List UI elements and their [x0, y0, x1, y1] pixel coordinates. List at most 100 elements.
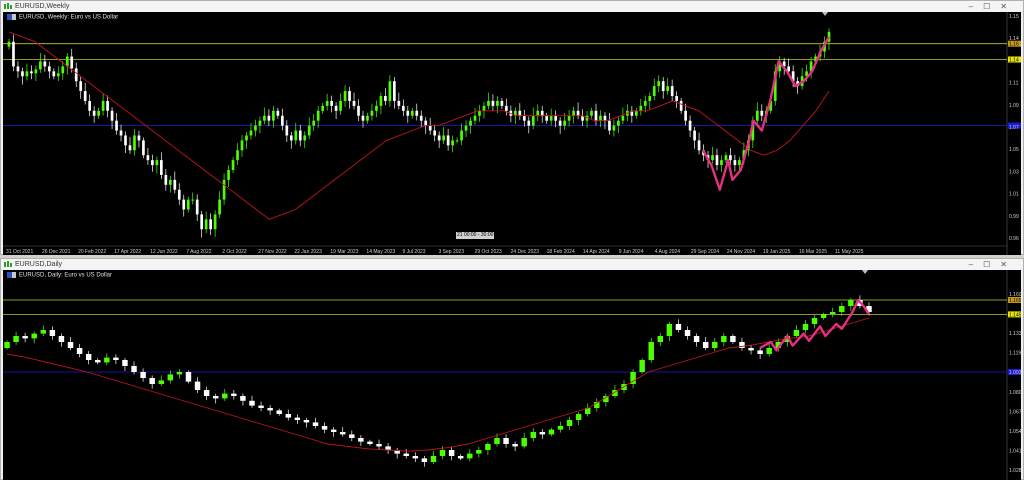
time-tick-label: 3 Sep 2023: [439, 249, 465, 255]
candle-body: [92, 110, 96, 116]
daily-chart-window[interactable]: EURUSD,Daily –☐✕ 1.160201.155101.133001.…: [0, 258, 1024, 480]
weekly-window-titlebar[interactable]: EURUSD,Weekly –☐✕: [1, 1, 1023, 12]
weekly-chart-svg[interactable]: 1.151.141.131.111.091.071.051.031.010.99…: [3, 12, 1021, 255]
candle-body: [52, 71, 56, 77]
window-controls[interactable]: –☐✕: [969, 259, 1017, 270]
time-tick-label: 18 Feb 2024: [547, 249, 575, 255]
price-tick-label: 1.06750: [1009, 409, 1021, 415]
candle-body: [572, 110, 575, 116]
candle-body: [119, 130, 123, 136]
time-tick-label: 20 Feb 2022: [78, 249, 106, 255]
daily-chart-area[interactable]: 1.160201.155101.133001.119901.093701.080…: [3, 270, 1021, 480]
candle-body: [330, 100, 333, 106]
candle-body: [375, 105, 378, 111]
candle-body: [464, 125, 468, 131]
candle-body: [412, 456, 419, 459]
price-tick-label: 1.08060: [1009, 390, 1021, 396]
candle-body: [357, 105, 360, 116]
candle-body: [670, 86, 674, 96]
weekly-chart-window[interactable]: EURUSD,Weekly –☐✕ 1.151.141.131.111.091.…: [0, 0, 1024, 255]
candle-body: [439, 450, 446, 456]
candle-body: [12, 41, 15, 67]
candle-body: [176, 372, 183, 375]
candle-body: [505, 105, 508, 111]
time-tick-label: 12 Jun 2022: [150, 249, 178, 255]
candle-body: [666, 324, 673, 336]
current-bar-marker: [822, 12, 828, 16]
candle-body: [16, 66, 20, 72]
candle-body: [424, 120, 428, 126]
candle-body: [446, 135, 450, 146]
time-tick-label: 14 May 2023: [366, 249, 395, 255]
maximize-icon[interactable]: ☐: [983, 2, 1000, 11]
candle-body: [267, 115, 271, 121]
candle-body: [494, 438, 500, 444]
candle-body: [433, 130, 437, 136]
candle-body: [639, 105, 643, 111]
candle-body: [675, 96, 678, 101]
candle-body: [303, 135, 307, 141]
candle-body: [7, 41, 11, 47]
candle-body: [388, 81, 392, 101]
candle-body: [448, 450, 455, 456]
candle-body: [721, 336, 727, 342]
candle-body: [442, 135, 445, 141]
candle-body: [657, 336, 664, 342]
candle-body: [267, 408, 273, 411]
candle-body: [222, 179, 226, 200]
candle-body: [209, 219, 212, 230]
candle-body: [186, 199, 190, 210]
candle-body: [155, 160, 159, 166]
candle-body: [85, 354, 92, 360]
candle-body: [401, 105, 405, 111]
price-highlight-label: 1.14534: [1009, 312, 1021, 318]
candle-body: [182, 199, 186, 210]
candle-body: [74, 68, 78, 82]
candle-body: [639, 360, 645, 372]
price-tick-label: 0.99: [1009, 214, 1019, 220]
candle-body: [58, 336, 65, 342]
time-tick-label: 19 Mar 2023: [330, 249, 358, 255]
candle-body: [40, 330, 47, 334]
candle-body: [312, 120, 316, 126]
candle-body: [76, 348, 83, 354]
price-tick-label: 1.02820: [1009, 468, 1021, 474]
candle-body: [343, 91, 347, 101]
candle-body: [160, 160, 163, 175]
candle-body: [231, 160, 235, 170]
weekly-chart-area[interactable]: 1.151.141.131.111.091.071.051.031.010.99…: [3, 12, 1021, 255]
candle-body: [352, 100, 356, 106]
time-tick-label: 29 Oct 2023: [475, 249, 502, 255]
daily-window-titlebar[interactable]: EURUSD,Daily –☐✕: [1, 259, 1023, 270]
close-icon[interactable]: ✕: [1000, 2, 1017, 11]
candle-body: [702, 342, 709, 348]
candle-body: [366, 115, 369, 121]
minimize-icon[interactable]: –: [969, 260, 983, 269]
close-icon[interactable]: ✕: [1000, 260, 1017, 269]
minimize-icon[interactable]: –: [969, 2, 983, 11]
candle-body: [67, 342, 74, 348]
price-tick-label: 1.09: [1009, 103, 1019, 109]
candle-body: [194, 381, 201, 390]
candle-body: [621, 115, 625, 121]
time-tick-label: 2 Oct 2022: [222, 249, 247, 255]
candle-body: [195, 199, 199, 215]
candle-body: [370, 110, 374, 116]
candle-body: [643, 100, 647, 106]
time-tick-label: 24 Nov 2024: [727, 249, 756, 255]
price-highlight-label: 1.16500: [1009, 298, 1021, 304]
candle-body: [149, 378, 155, 384]
candle-body: [485, 444, 491, 450]
candle-body: [491, 100, 495, 106]
maximize-icon[interactable]: ☐: [983, 260, 1000, 269]
window-controls[interactable]: –☐✕: [969, 1, 1017, 12]
daily-chart-svg[interactable]: 1.160201.155101.133001.119901.093701.080…: [3, 270, 1021, 480]
candle-body: [240, 140, 244, 151]
candle-body: [476, 450, 482, 454]
chart-window-icon: [4, 3, 12, 9]
candle-body: [757, 350, 763, 354]
candle-body: [766, 348, 772, 354]
candle-body: [820, 314, 827, 318]
candle-body: [548, 429, 555, 435]
candle-body: [455, 140, 459, 142]
